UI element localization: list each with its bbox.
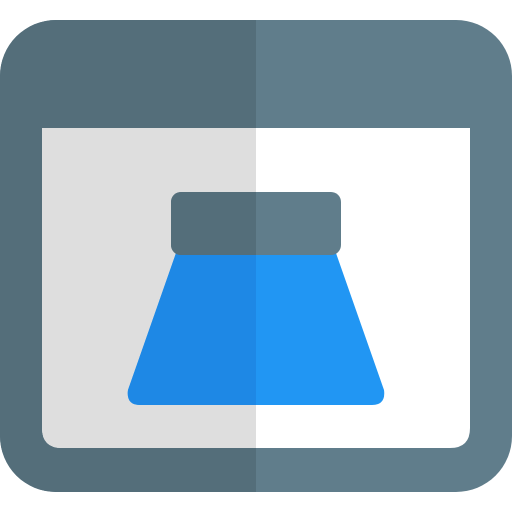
browser-window-flask-icon xyxy=(0,0,512,512)
icon-graphic xyxy=(0,20,512,492)
flask-cap xyxy=(171,192,341,255)
